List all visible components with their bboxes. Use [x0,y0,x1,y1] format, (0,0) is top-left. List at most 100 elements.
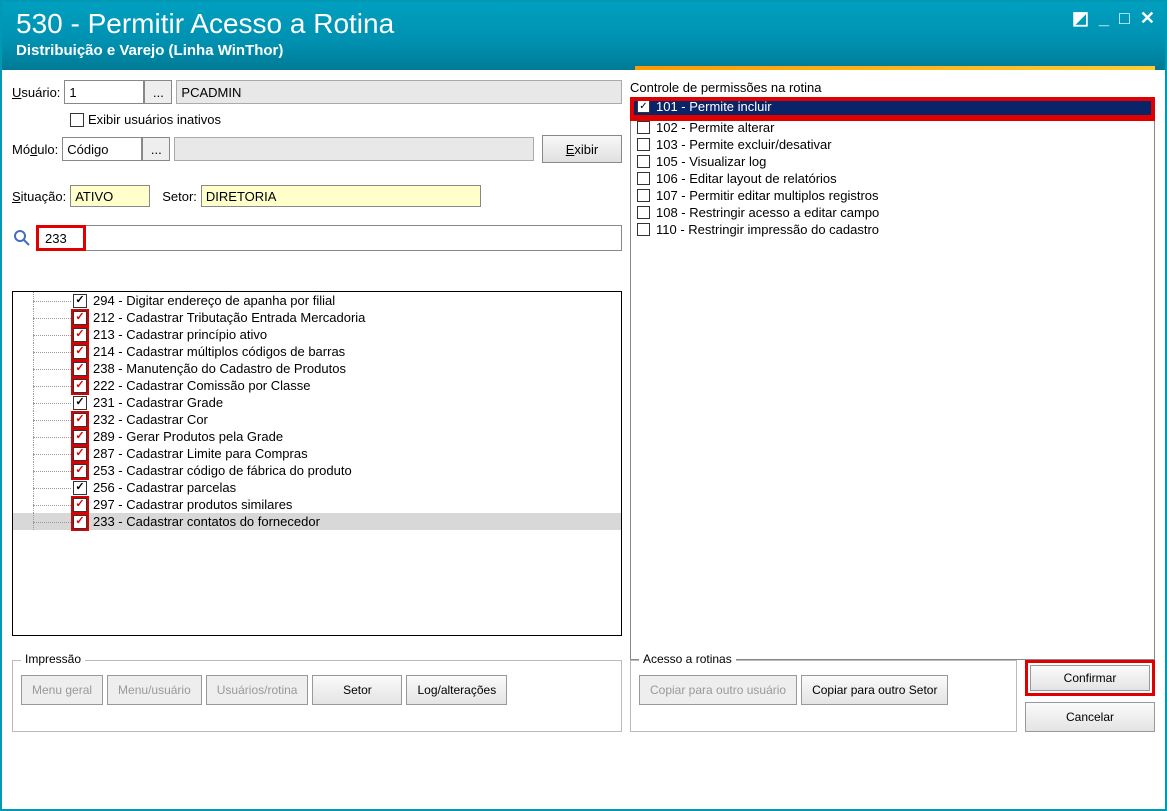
permission-item[interactable]: 102 - Permite alterar [631,119,1154,136]
tree-item[interactable]: 294 - Digitar endereço de apanha por fil… [13,292,621,309]
tree-checkbox[interactable] [73,379,87,393]
modulo-lookup-button[interactable]: ... [142,137,170,161]
tree-item[interactable]: 231 - Cadastrar Grade [13,394,621,411]
menu-geral-button[interactable]: Menu geral [21,675,103,705]
permission-label: 105 - Visualizar log [656,154,766,169]
tree-checkbox[interactable] [73,464,87,478]
tree-checkbox[interactable] [73,447,87,461]
tree-checkbox[interactable] [73,396,87,410]
permission-label: 108 - Restringir acesso a editar campo [656,205,879,220]
tree-checkbox[interactable] [73,294,87,308]
routine-tree[interactable]: 294 - Digitar endereço de apanha por fil… [12,291,622,636]
window-subtitle: Distribuição e Varejo (Linha WinThor) [16,42,1151,59]
permission-item[interactable]: 110 - Restringir impressão do cadastro [631,221,1154,238]
search-text-input[interactable] [86,225,622,251]
permission-label: 101 - Permite incluir [656,99,772,114]
accent-bar [635,66,1155,70]
log-alteracoes-button[interactable]: Log/alterações [406,675,507,705]
tree-item[interactable]: 238 - Manutenção do Cadastro de Produtos [13,360,621,377]
search-code-input[interactable] [36,225,86,251]
tree-item-label: 253 - Cadastrar código de fábrica do pro… [93,463,352,478]
menu-usuario-button[interactable]: Menu/usuário [107,675,202,705]
tree-item-label: 287 - Cadastrar Limite para Compras [93,446,308,461]
tree-item[interactable]: 297 - Cadastrar produtos similares [13,496,621,513]
permission-checkbox[interactable] [637,155,650,168]
modulo-input[interactable] [62,137,142,161]
tree-item-label: 256 - Cadastrar parcelas [93,480,236,495]
permission-checkbox[interactable] [637,138,650,151]
impressao-group: Impressão Menu geral Menu/usuário Usuári… [12,660,622,732]
impressao-title: Impressão [21,652,85,666]
window-controls: ◩ _ □ ✕ [1072,8,1155,29]
tree-checkbox[interactable] [73,413,87,427]
modulo-row: Módulo: ... Exibir [12,135,622,163]
usuario-label: Usuário: [12,85,60,100]
usuario-lookup-button[interactable]: ... [144,80,172,104]
acesso-title: Acesso a rotinas [639,652,736,666]
close-icon[interactable]: ✕ [1140,8,1155,29]
tree-item[interactable]: 256 - Cadastrar parcelas [13,479,621,496]
tree-item[interactable]: 253 - Cadastrar código de fábrica do pro… [13,462,621,479]
permission-label: 103 - Permite excluir/desativar [656,137,832,152]
tree-item[interactable]: 233 - Cadastrar contatos do fornecedor [13,513,621,530]
tree-item[interactable]: 214 - Cadastrar múltiplos códigos de bar… [13,343,621,360]
permission-checkbox[interactable] [637,172,650,185]
tree-item-label: 294 - Digitar endereço de apanha por fil… [93,293,335,308]
tree-item-label: 232 - Cadastrar Cor [93,412,208,427]
maximize-icon[interactable]: □ [1119,8,1130,29]
search-row [12,225,622,251]
tree-item-label: 238 - Manutenção do Cadastro de Produtos [93,361,346,376]
tree-item[interactable]: 213 - Cadastrar princípio ativo [13,326,621,343]
tree-checkbox[interactable] [73,515,87,529]
tree-item[interactable]: 287 - Cadastrar Limite para Compras [13,445,621,462]
tree-item[interactable]: 212 - Cadastrar Tributação Entrada Merca… [13,309,621,326]
tree-item[interactable]: 289 - Gerar Produtos pela Grade [13,428,621,445]
tree-item-label: 212 - Cadastrar Tributação Entrada Merca… [93,310,365,325]
cancelar-button[interactable]: Cancelar [1025,702,1155,732]
permission-item[interactable]: 103 - Permite excluir/desativar [631,136,1154,153]
copiar-setor-button[interactable]: Copiar para outro Setor [801,675,948,705]
permission-item[interactable]: 105 - Visualizar log [631,153,1154,170]
setor-button[interactable]: Setor [312,675,402,705]
app-window: 530 - Permitir Acesso a Rotina Distribui… [0,0,1167,811]
permission-checkbox[interactable] [637,121,650,134]
tree-item-label: 289 - Gerar Produtos pela Grade [93,429,283,444]
modulo-name-display [174,137,534,161]
situacao-label: Situação: [12,189,66,204]
tree-checkbox[interactable] [73,481,87,495]
modulo-label: Módulo: [12,142,58,157]
situacao-row: Situação: Setor: [12,185,622,207]
permission-checkbox[interactable] [637,206,650,219]
confirmar-button[interactable]: Confirmar [1030,665,1150,691]
permission-item[interactable]: 108 - Restringir acesso a editar campo [631,204,1154,221]
tree-checkbox[interactable] [73,328,87,342]
usuario-input[interactable] [64,80,144,104]
copiar-usuario-button[interactable]: Copiar para outro usuário [639,675,797,705]
usuario-name-display [176,80,622,104]
tree-item-label: 213 - Cadastrar princípio ativo [93,327,267,342]
usuarios-rotina-button[interactable]: Usuários/rotina [206,675,309,705]
permissions-title: Controle de permissões na rotina [630,80,1155,95]
permission-label: 110 - Restringir impressão do cadastro [656,222,879,237]
permissions-list[interactable]: 101 - Permite incluir 102 - Permite alter… [630,97,1155,660]
action-buttons: Confirmar Cancelar [1025,660,1155,732]
tree-checkbox[interactable] [73,345,87,359]
minimize-icon[interactable]: _ [1099,8,1109,29]
tree-checkbox[interactable] [73,311,87,325]
tree-item[interactable]: 232 - Cadastrar Cor [13,411,621,428]
tree-item[interactable]: 222 - Cadastrar Comissão por Classe [13,377,621,394]
permission-checkbox[interactable] [637,223,650,236]
tree-checkbox[interactable] [73,498,87,512]
tree-item-label: 222 - Cadastrar Comissão por Classe [93,378,310,393]
permission-checkbox[interactable] [637,189,650,202]
permission-item[interactable]: 106 - Editar layout de relatórios [631,170,1154,187]
permission-item[interactable]: 101 - Permite incluir [631,98,1154,119]
exibir-button[interactable]: Exibir [542,135,622,163]
tree-checkbox[interactable] [73,430,87,444]
setor-field [201,185,481,207]
inativos-checkbox[interactable] [70,113,84,127]
permission-checkbox[interactable] [637,100,650,113]
permission-item[interactable]: 107 - Permitir editar multiplos registro… [631,187,1154,204]
tree-checkbox[interactable] [73,362,87,376]
restore-icon[interactable]: ◩ [1072,8,1089,29]
